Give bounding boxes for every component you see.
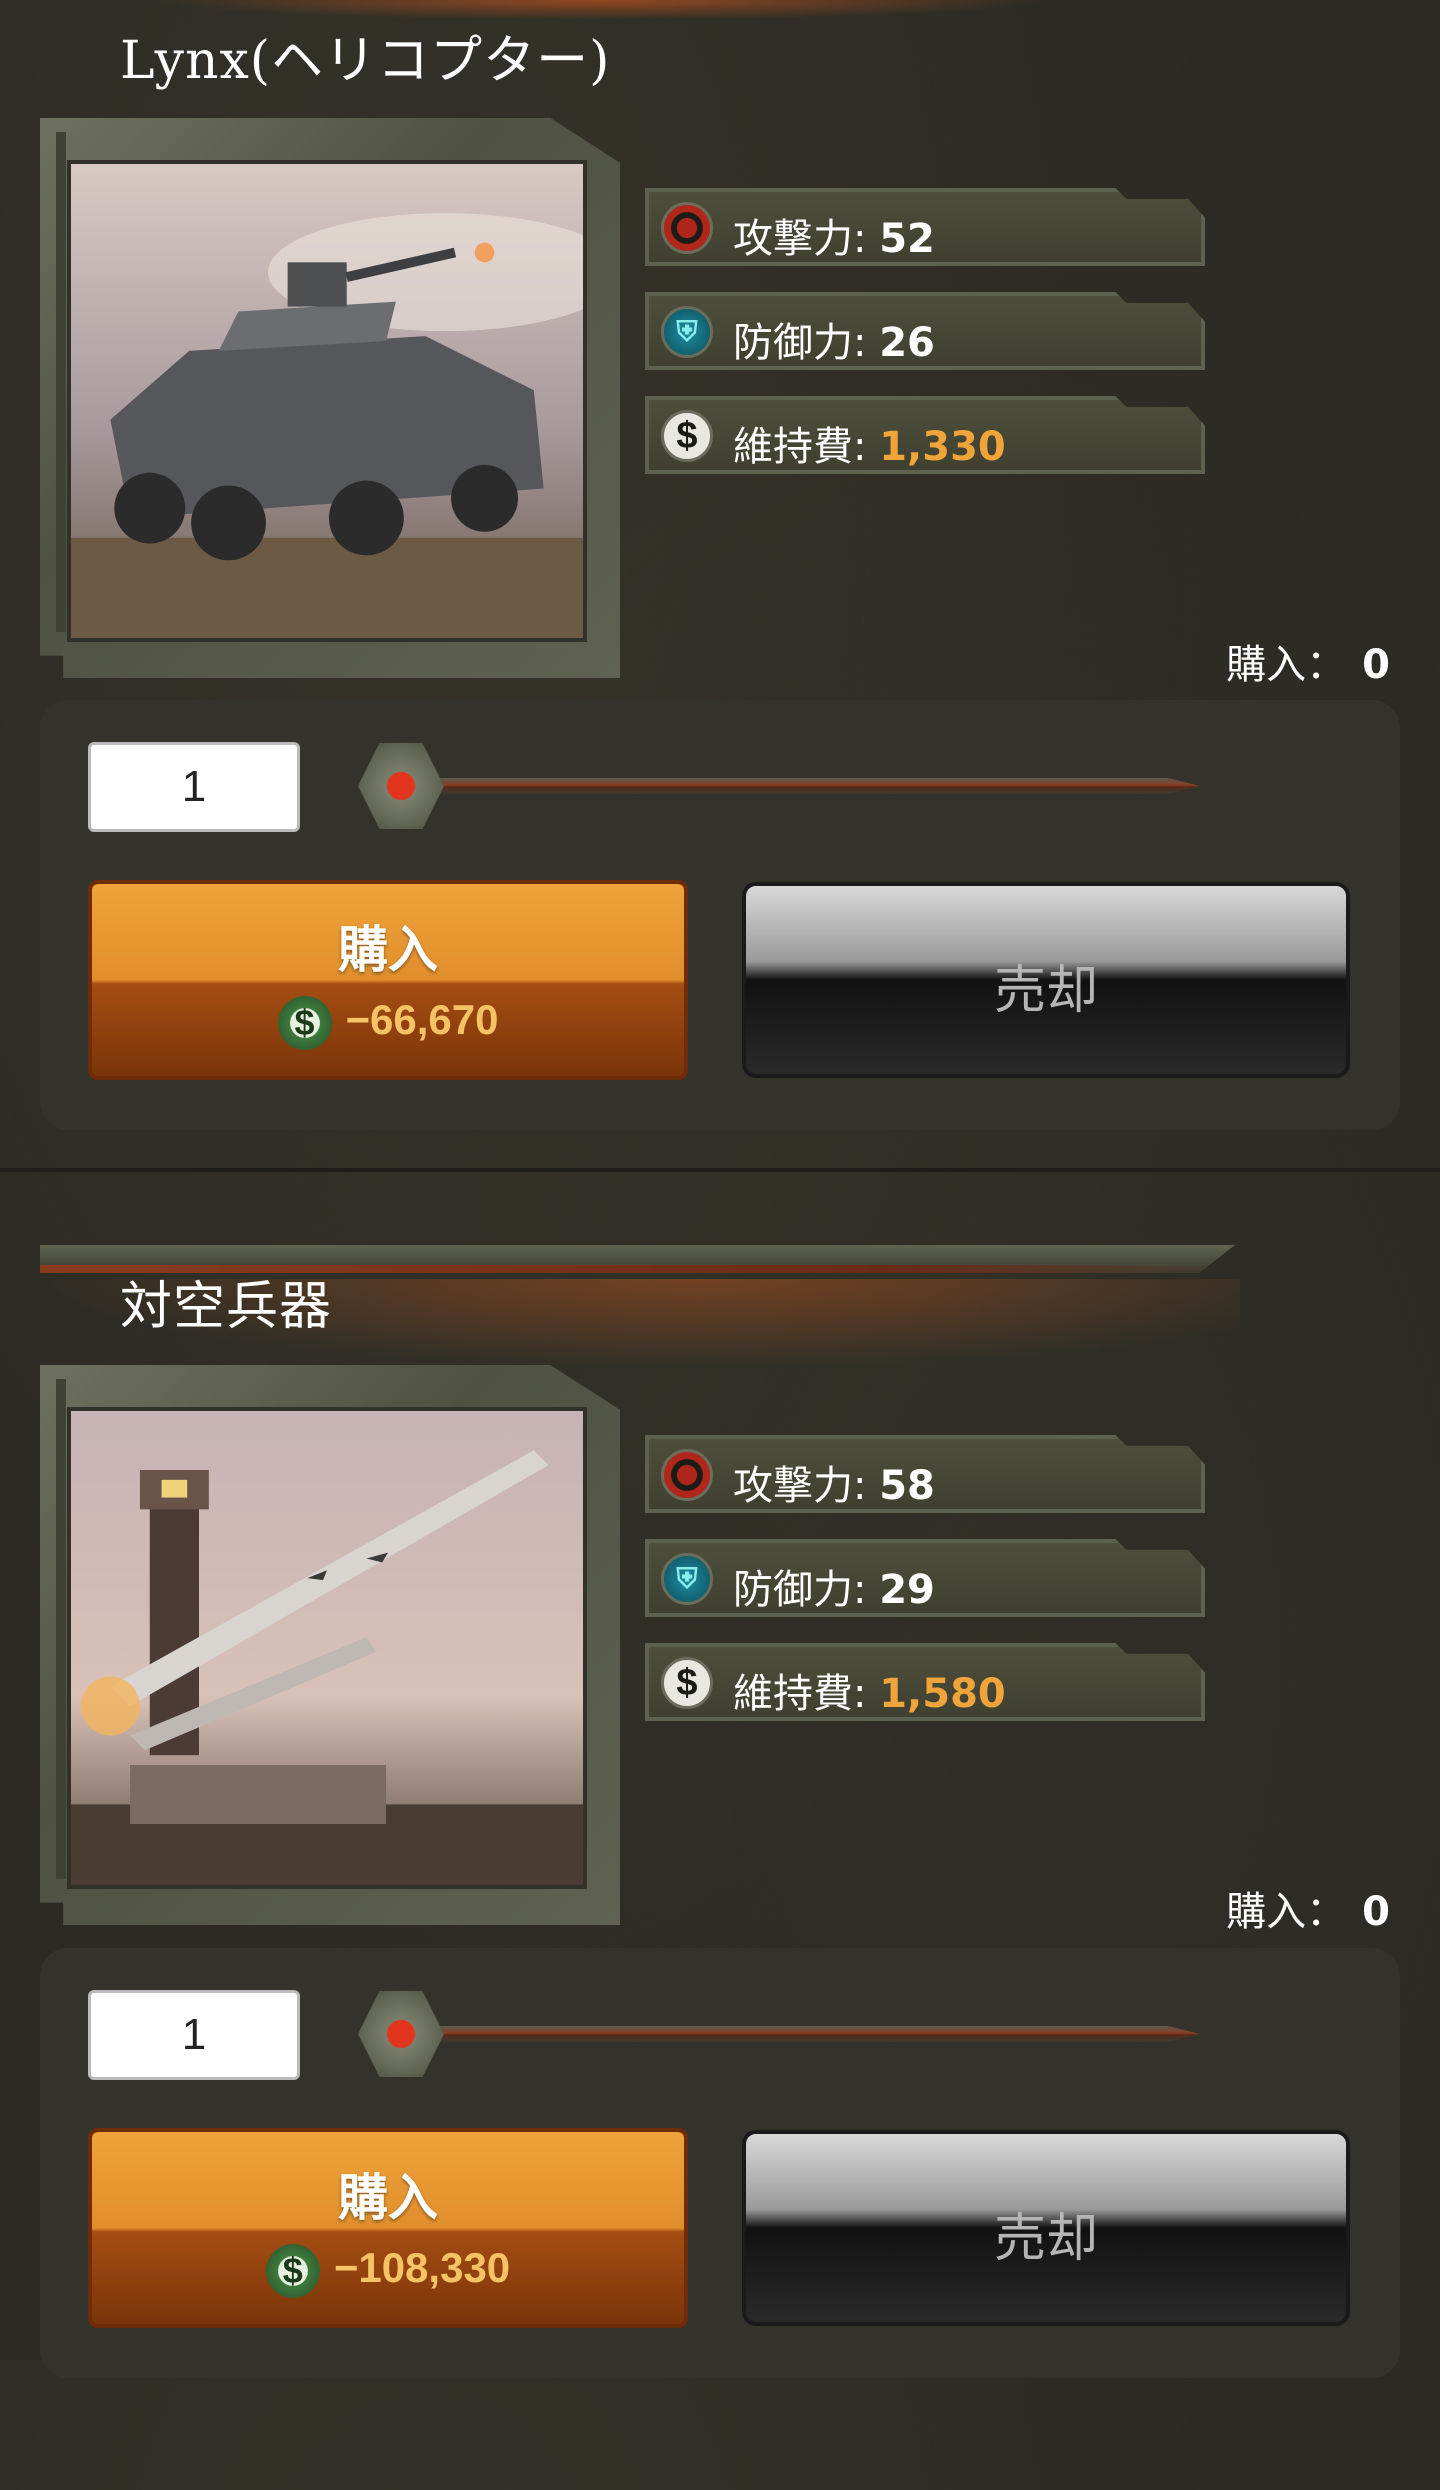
owned-count: 購入： 0 [1226,1879,1390,1937]
quantity-slider-track[interactable] [400,2026,1200,2042]
item-image-lynx [67,160,587,642]
shield-icon: ⛨ [661,1553,713,1605]
quantity-input[interactable]: 1 [88,1990,300,2080]
owned-label: 購入： [1226,1889,1347,1935]
buy-button[interactable]: 購入 $ −66,670 [88,880,688,1080]
defense-label: 防御力: [733,320,867,366]
stat-attack: 攻撃力: 52 [645,188,1205,266]
stat-attack: 攻撃力: 58 [645,1435,1205,1513]
crosshair-icon [661,202,713,254]
dollar-icon: $ [661,410,713,462]
dollar-icon: $ [661,1657,713,1709]
sell-button[interactable]: 売却 [742,882,1350,1078]
crosshair-icon [661,1449,713,1501]
stat-defense: ⛨ 防御力: 26 [645,292,1205,370]
attack-value: 58 [879,1463,935,1509]
top-glow [150,0,1050,20]
sell-button[interactable]: 売却 [742,2130,1350,2326]
item-title: 対空兵器 [120,1277,333,1337]
sell-label: 売却 [993,2209,1098,2269]
stat-defense: ⛨ 防御力: 29 [645,1539,1205,1617]
attack-label: 攻撃力: [733,216,867,262]
dollar-coin-icon: $ [277,996,332,1050]
quantity-slider-handle[interactable] [358,743,444,829]
sell-label: 売却 [993,961,1098,1021]
quantity-slider-handle[interactable] [358,1991,444,2077]
shield-icon: ⛨ [661,306,713,358]
quantity-slider-track[interactable] [400,778,1200,794]
attack-label: 攻撃力: [733,1463,867,1509]
buy-cost: −66,670 [345,996,499,1044]
stat-upkeep: $ 維持費: 1,580 [645,1643,1205,1721]
buy-cost: −108,330 [333,2244,511,2292]
dollar-coin-icon: $ [265,2244,320,2298]
attack-value: 52 [879,216,935,262]
upkeep-label: 維持費: [733,1671,867,1717]
purchase-panel: 1 購入 $ −66,670 売却 [40,700,1400,1130]
buy-label: 購入 [338,921,438,979]
defense-value: 29 [879,1567,935,1613]
shop-item-lynx: Lynx(ヘリコプター) 攻撃力: 52 ⛨ 防御力: 26 $ 維持費: 1,… [0,0,1440,1245]
buy-label: 購入 [338,2169,438,2227]
upkeep-value: 1,580 [879,1671,1006,1717]
upkeep-value: 1,330 [879,424,1006,470]
shop-item-anti-air: 対空兵器 攻撃力: 58 ⛨ 防御力: 29 $ 維持費: 1,580 購入： … [0,1245,1440,2490]
quantity-input[interactable]: 1 [88,742,300,832]
purchase-panel: 1 購入 $ −108,330 売却 [40,1948,1400,2378]
owned-count: 購入： 0 [1226,632,1390,690]
buy-button[interactable]: 購入 $ −108,330 [88,2128,688,2328]
owned-label: 購入： [1226,642,1347,688]
item-divider [0,1168,1440,1172]
stat-upkeep: $ 維持費: 1,330 [645,396,1205,474]
owned-value: 0 [1362,642,1390,688]
item-image-anti-air [67,1407,587,1889]
upkeep-label: 維持費: [733,424,867,470]
defense-label: 防御力: [733,1567,867,1613]
defense-value: 26 [879,320,935,366]
item-title: Lynx(ヘリコプター) [120,31,611,91]
owned-value: 0 [1362,1889,1390,1935]
